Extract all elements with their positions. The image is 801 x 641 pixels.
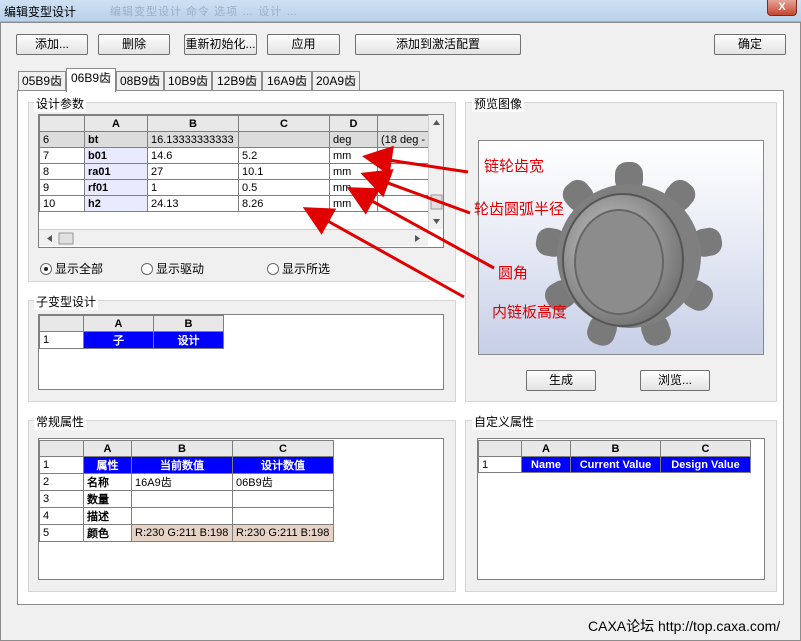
annotation-tooth-arc-radius: 轮齿圆弧半径 <box>474 201 565 218</box>
arrow-inner-plate-height <box>302 207 465 299</box>
arrow-tooth-width <box>362 145 469 176</box>
arrow-fillet <box>346 187 495 270</box>
annotation-arrows <box>302 145 495 299</box>
footer-watermark: CAXA论坛 http://top.caxa.com/ <box>588 618 781 634</box>
annotation-fillet: 圆角 <box>498 265 529 282</box>
annotation-tooth-width: 链轮齿宽 <box>484 158 545 175</box>
tab-06b9[interactable]: 06B9齿 <box>66 68 116 92</box>
annotation-inner-plate-height: 内链板高度 <box>492 304 568 321</box>
